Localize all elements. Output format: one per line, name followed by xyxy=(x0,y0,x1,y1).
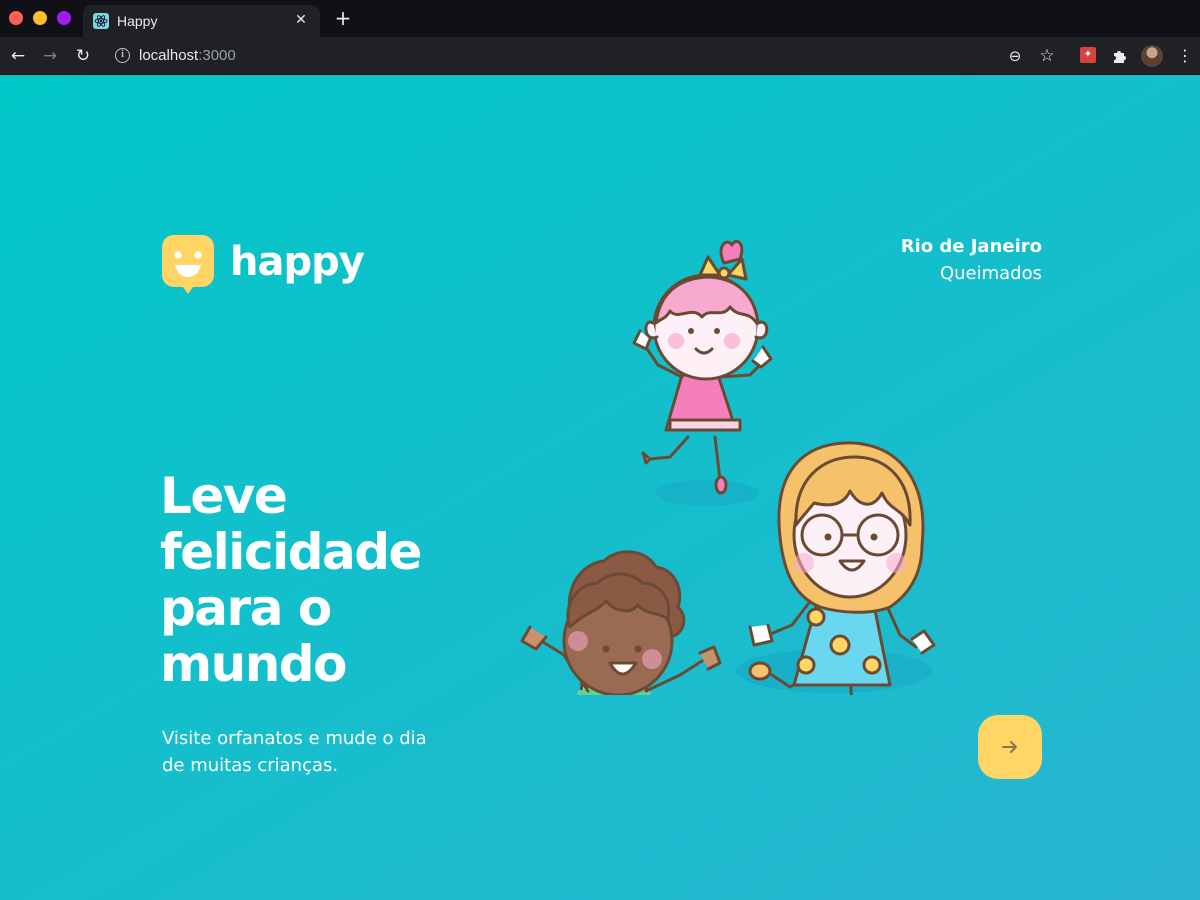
back-icon[interactable]: ← xyxy=(8,46,28,66)
smiley-chat-icon xyxy=(162,235,214,294)
star-icon[interactable]: ☆ xyxy=(1037,46,1057,66)
page-title: Leve felicidade para o mundo xyxy=(160,467,422,693)
browser-tab-bar: Happy ✕ + xyxy=(0,0,1200,37)
tab-title: Happy xyxy=(117,13,158,29)
enter-app-button[interactable] xyxy=(978,715,1042,779)
arrow-right-icon xyxy=(1002,741,1017,753)
landing-page: happy Rio de Janeiro Queimados Leve feli… xyxy=(0,75,1200,900)
tab-close-icon[interactable]: ✕ xyxy=(292,11,310,29)
puzzle-icon[interactable] xyxy=(1109,46,1129,66)
minimize-window-icon[interactable] xyxy=(33,11,47,25)
forward-icon[interactable]: → xyxy=(40,46,60,66)
menu-icon[interactable]: ⋮ xyxy=(1175,46,1195,66)
close-window-icon[interactable] xyxy=(9,11,23,25)
reload-icon[interactable]: ↻ xyxy=(73,46,93,66)
page-subtitle: Visite orfanatos e mude o dia de muitas … xyxy=(162,728,427,776)
address-bar[interactable]: i localhost:3000 xyxy=(104,41,1068,71)
extension-icon[interactable]: ✦ xyxy=(1080,47,1096,63)
zoom-icon[interactable]: ⊖ xyxy=(1005,46,1025,66)
url-host: localhost xyxy=(139,47,199,64)
url-text: localhost:3000 xyxy=(139,47,236,64)
kids-illustration xyxy=(520,240,936,695)
url-port: :3000 xyxy=(198,47,236,64)
logo-text: happy xyxy=(230,239,365,285)
info-icon[interactable]: i xyxy=(115,48,130,63)
new-tab-icon[interactable]: + xyxy=(333,8,353,28)
logo[interactable]: happy xyxy=(162,235,365,295)
browser-toolbar: ← → ↻ i localhost:3000 ⊖ ☆ ⋮ xyxy=(0,37,1200,75)
maximize-window-icon[interactable] xyxy=(57,11,71,25)
react-icon xyxy=(93,13,109,29)
profile-avatar[interactable] xyxy=(1141,45,1163,67)
browser-tab[interactable]: Happy ✕ xyxy=(83,5,320,37)
